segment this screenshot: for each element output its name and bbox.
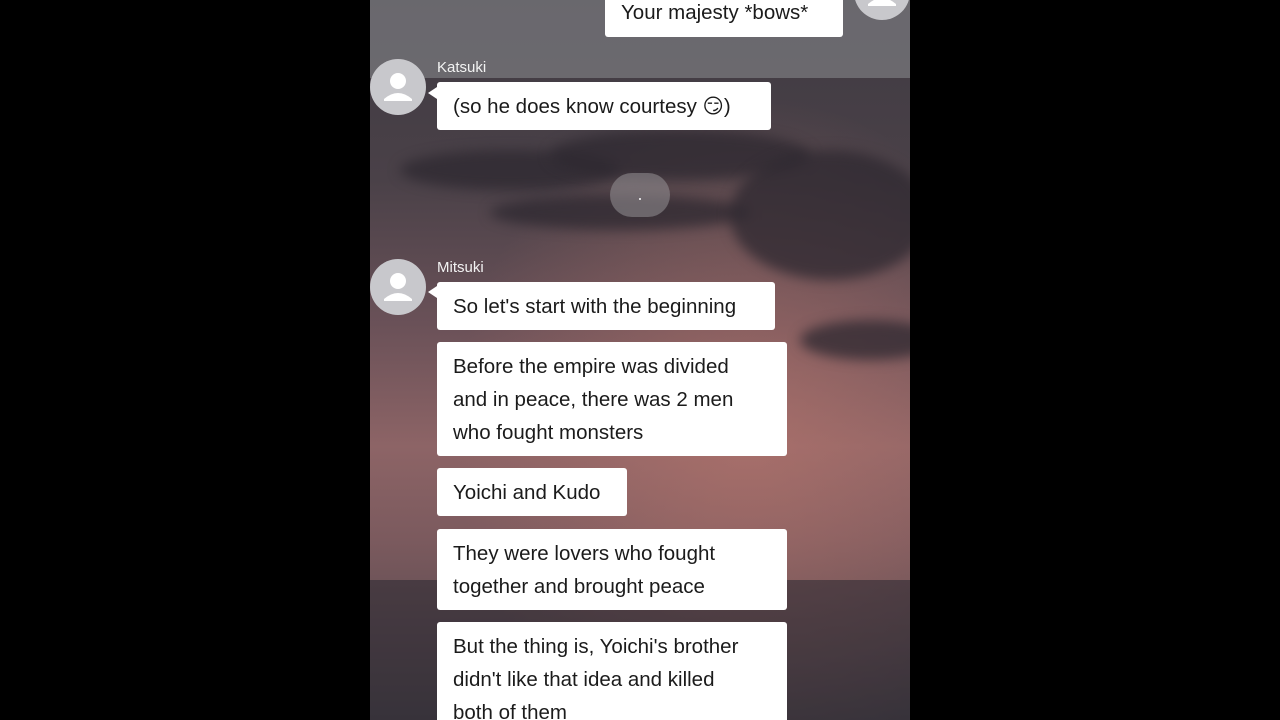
message-text: So let's start with the beginning xyxy=(453,295,737,318)
incoming-message-bubble[interactable]: (so he does know courtesy 😏) xyxy=(437,82,771,130)
message-text: But the thing is, Yoichi's brother xyxy=(453,635,739,658)
default-person-icon xyxy=(384,273,412,301)
message-text: who fought monsters xyxy=(453,421,644,444)
outgoing-message-bubble[interactable]: Your majesty *bows* xyxy=(605,0,843,37)
incoming-message-bubble[interactable]: But the thing is, Yoichi's brother didn'… xyxy=(437,622,787,720)
message-text: They were lovers who fought xyxy=(453,542,716,565)
background-cloud xyxy=(800,320,910,360)
message-text: Your majesty *bows* xyxy=(621,1,809,24)
bubble-tail xyxy=(428,286,437,298)
avatar[interactable] xyxy=(370,59,426,115)
incoming-message-bubble[interactable]: Before the empire was divided and in pea… xyxy=(437,342,787,456)
message-text: didn't like that idea and killed xyxy=(453,668,715,691)
message-text: together and brought peace xyxy=(453,575,705,598)
message-text: Before the empire was divided xyxy=(453,355,729,378)
message-text: and in peace, there was 2 men xyxy=(453,388,734,411)
bubble-tail xyxy=(428,87,437,99)
sender-name: Mitsuki xyxy=(437,259,484,276)
chat-screen: Your majesty *bows* Katsuki (so he does … xyxy=(370,0,910,720)
avatar[interactable] xyxy=(370,259,426,315)
incoming-message-bubble[interactable]: Yoichi and Kudo xyxy=(437,468,627,516)
incoming-message-bubble[interactable]: They were lovers who fought together and… xyxy=(437,529,787,610)
background-cloud xyxy=(730,150,910,280)
incoming-message-bubble[interactable]: So let's start with the beginning xyxy=(437,282,775,330)
message-text: both of them xyxy=(453,701,567,720)
message-text: (so he does know courtesy 😏) xyxy=(453,95,731,118)
default-person-icon xyxy=(384,73,412,101)
sender-name: Katsuki xyxy=(437,59,487,76)
typing-indicator-icon xyxy=(610,173,670,217)
message-text: Yoichi and Kudo xyxy=(453,481,601,504)
